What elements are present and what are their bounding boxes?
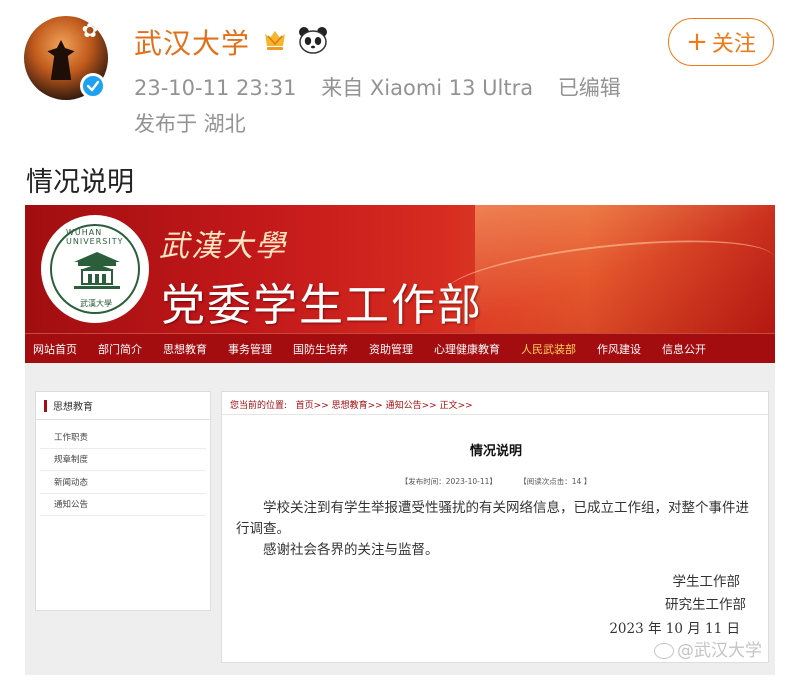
sidebar: 思想教育 工作职责 规章制度 新闻动态 通知公告 <box>35 391 211 611</box>
logo-base-text: 武漢大學 <box>80 299 112 308</box>
sidebar-title-label: 思想教育 <box>53 402 93 413</box>
signature-date: 2023 年 10 月 11 日 <box>609 621 740 637</box>
nav-item-mental-health[interactable]: 心理健康教育 <box>434 341 500 357</box>
article-meta: 【发布时间：2023-10-11】 【阅读次点击：14 】 <box>222 476 770 487</box>
verified-check-icon <box>80 73 106 99</box>
breadcrumb: 您当前的位置: 首页>> 思想教育>> 通知公告>> 正文>> <box>230 401 473 411</box>
post-timestamp: 23-10-11 23:31 <box>134 76 297 100</box>
breadcrumb-home[interactable]: 首页 <box>296 401 314 411</box>
edited-label[interactable]: 已编辑 <box>558 76 621 100</box>
nav-item-affairs[interactable]: 事务管理 <box>228 341 272 357</box>
breadcrumb-current: 正文 <box>439 401 458 411</box>
post-text: 情况说明 <box>26 167 134 198</box>
site-nav: 网站首页 部门简介 思想教育 事务管理 国防生培养 资助管理 心理健康教育 人民… <box>25 333 775 363</box>
post-source[interactable]: 来自 Xiaomi 13 Ultra <box>321 76 533 100</box>
department-title: 党委学生工作部 <box>161 280 483 331</box>
post-meta: 23-10-11 23:31 来自 Xiaomi 13 Ultra 已编辑 <box>134 72 639 102</box>
sidebar-item-news[interactable]: 新闻动态 <box>40 471 206 494</box>
view-count: 【阅读次点击：14 】 <box>519 477 592 486</box>
plus-icon: + <box>686 27 708 57</box>
follow-label: 关注 <box>711 32 756 57</box>
article-paragraph: 学校关注到有学生举报遭受性骚扰的有关网络信息，已成立工作组，对整个事件进行调查。 <box>236 500 749 537</box>
nav-item-defense[interactable]: 国防生培养 <box>293 341 348 357</box>
breadcrumb-ideology[interactable]: 思想教育 <box>332 401 368 411</box>
article-panel: 您当前的位置: 首页>> 思想教育>> 通知公告>> 正文>> 情况说明 【发布… <box>221 391 770 663</box>
article-body: 学校关注到有学生举报遭受性骚扰的有关网络信息，已成立工作组，对整个事件进行调查。… <box>236 498 756 561</box>
building-icon <box>74 252 120 289</box>
site-banner: WUHAN UNIVERSITY 武漢大學 武漢大學 党委学生工作部 <box>25 205 775 333</box>
sidebar-item-rules[interactable]: 规章制度 <box>40 449 206 471</box>
weibo-logo-icon <box>654 643 674 659</box>
breadcrumb-notices[interactable]: 通知公告 <box>386 401 422 411</box>
article-title: 情况说明 <box>469 444 522 459</box>
rabbit-sticker-icon: ✿ <box>81 18 99 42</box>
sidebar-title: 思想教育 <box>36 392 210 420</box>
nav-item-ideology[interactable]: 思想教育 <box>163 341 207 357</box>
account-name[interactable]: 武汉大学 <box>134 22 250 62</box>
university-logo: WUHAN UNIVERSITY 武漢大學 <box>41 215 149 323</box>
university-calligraphy: 武漢大學 <box>159 229 287 264</box>
logo-ring-text: WUHAN UNIVERSITY <box>66 228 124 246</box>
sidebar-item-duties[interactable]: 工作职责 <box>40 426 206 449</box>
follow-button[interactable]: + 关注 <box>668 18 774 66</box>
nav-item-funding[interactable]: 资助管理 <box>369 341 413 357</box>
nav-item-disclosure[interactable]: 信息公开 <box>662 341 706 357</box>
nav-item-about[interactable]: 部门简介 <box>98 341 142 357</box>
article-paragraph: 感谢社会各界的关注与监督。 <box>263 542 439 558</box>
sidebar-item-notices[interactable]: 通知公告 <box>40 494 206 516</box>
post-location: 发布于 湖北 <box>134 112 246 136</box>
signature-graduate-affairs: 研究生工作部 <box>665 597 746 613</box>
attached-image[interactable]: WUHAN UNIVERSITY 武漢大學 武漢大學 党委学生工作部 网站首页 … <box>25 205 775 675</box>
publish-time: 【发布时间：2023-10-11】 <box>400 477 497 486</box>
nav-item-home[interactable]: 网站首页 <box>33 341 77 357</box>
breadcrumb-prefix: 您当前的位置: <box>230 401 288 411</box>
nav-item-armed-forces[interactable]: 人民武装部 <box>521 341 576 357</box>
vip-badge-icon <box>265 31 285 50</box>
panda-badge-icon <box>299 27 327 54</box>
signature-student-affairs: 学生工作部 <box>672 574 741 590</box>
weibo-watermark: @武汉大学 <box>654 636 762 661</box>
tower-silhouette <box>47 40 75 80</box>
nav-item-conduct[interactable]: 作风建设 <box>597 341 641 357</box>
